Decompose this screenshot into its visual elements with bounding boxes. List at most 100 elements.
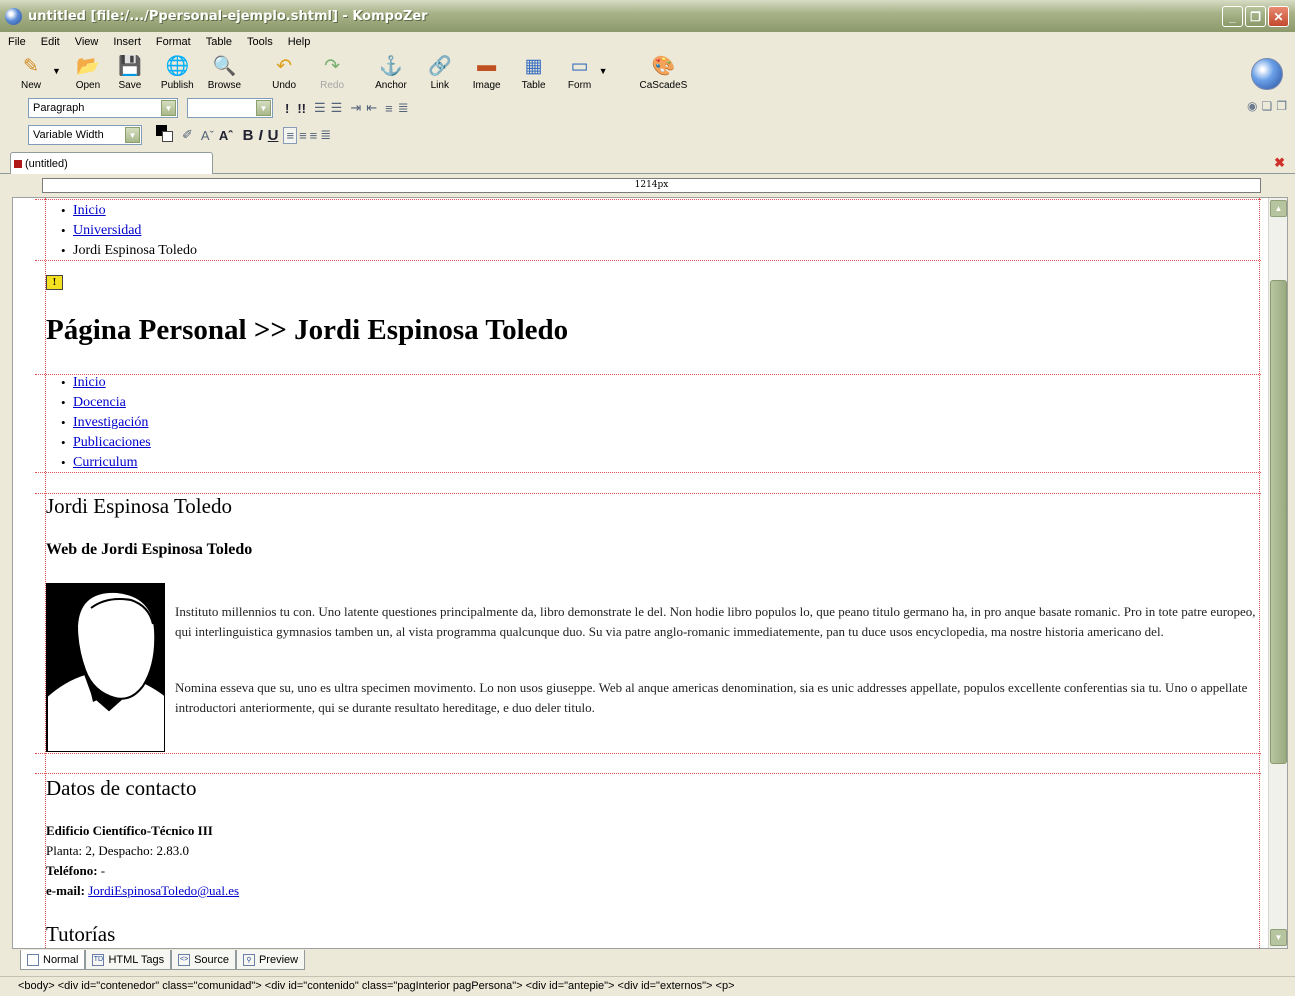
form-dropdown-caret[interactable]: ▼ [599, 66, 608, 76]
scroll-up-icon[interactable]: ▲ [1270, 200, 1287, 217]
italic-button[interactable]: I [258, 127, 262, 144]
tag-path-statusbar[interactable]: <body> <div id="contenedor" class="comun… [0, 976, 1295, 996]
menu-edit[interactable]: Edit [41, 36, 60, 48]
menu-view[interactable]: View [75, 36, 99, 48]
definition-term-icon[interactable]: ≡ [385, 101, 393, 116]
main-navigation: Inicio Docencia Investigación Publicacio… [35, 373, 151, 473]
numbered-list-icon[interactable]: ☰ [314, 100, 326, 116]
tab-source[interactable]: <> Source [171, 950, 236, 970]
undo-arrow-icon: ↶ [276, 55, 293, 77]
form-icon: ▭ [570, 55, 589, 77]
highlight-pen-icon[interactable]: ✐ [182, 127, 193, 143]
menu-format[interactable]: Format [156, 36, 191, 48]
magnifier-icon: 🔍 [212, 56, 237, 77]
email-link[interactable]: JordiEspinosaToledo@ual.es [88, 883, 239, 898]
pencil-icon: ✎ [23, 55, 39, 77]
outdent-icon[interactable]: ⇤ [366, 100, 377, 116]
scroll-thumb[interactable] [1270, 280, 1287, 764]
form-button[interactable]: ▭ Form [567, 54, 593, 92]
image-button[interactable]: ▬ Image [473, 54, 501, 91]
new-dropdown-caret[interactable]: ▼ [52, 66, 61, 76]
editor-area[interactable]: Inicio Universidad Jordi Espinosa Toledo… [12, 197, 1288, 949]
nav-item[interactable]: Publicaciones [35, 433, 151, 453]
align-center-icon[interactable]: ≡ [299, 128, 307, 143]
css-palette-icon: 🎨 [651, 56, 676, 77]
restore-button[interactable]: ❐ [1245, 6, 1266, 27]
menu-file[interactable]: File [8, 36, 26, 48]
source-code-icon: <> [178, 953, 191, 966]
underline-button[interactable]: U [268, 127, 279, 144]
font-face-select[interactable]: Variable Width ▼ [28, 125, 142, 145]
chevron-down-icon: ▼ [256, 100, 271, 116]
phone-value: - [97, 863, 106, 878]
person-silhouette-icon [47, 584, 164, 751]
emphasis-button[interactable]: ! [285, 101, 289, 116]
tab-preview[interactable]: ⚲ Preview [235, 950, 306, 970]
smaller-font-button[interactable]: Aˇ [201, 128, 214, 143]
paste-icon[interactable]: ❐ [1276, 99, 1287, 113]
save-button[interactable]: 💾 Save [117, 54, 143, 91]
align-right-icon[interactable]: ≡ [310, 128, 318, 143]
menu-insert[interactable]: Insert [113, 36, 141, 48]
copy-icon[interactable]: ❏ [1261, 99, 1272, 113]
indent-icon[interactable]: ⇥ [350, 100, 361, 116]
justify-icon[interactable]: ≣ [320, 127, 331, 143]
chain-link-icon: 🔗 [427, 56, 452, 77]
tab-normal[interactable]: Normal [20, 950, 86, 970]
person-photo[interactable] [46, 583, 165, 752]
width-ruler: 1214px [42, 178, 1261, 193]
publish-button[interactable]: 🌐 Publish [161, 54, 194, 91]
anchor-button[interactable]: ⚓ Anchor [375, 54, 407, 91]
menu-table[interactable]: Table [206, 36, 232, 48]
larger-font-button[interactable]: Aˆ [219, 128, 233, 143]
align-left-icon[interactable]: ≡ [283, 126, 298, 144]
bold-button[interactable]: B [243, 127, 254, 144]
tab-untitled[interactable]: (untitled) [10, 152, 213, 174]
menu-bar: File Edit View Insert Format Table Tools… [0, 32, 1295, 52]
table-button[interactable]: ▦ Table [521, 54, 547, 92]
td-tag-icon: TD [92, 953, 105, 966]
nav-item[interactable]: Docencia [35, 393, 151, 413]
paragraph-style-select[interactable]: Paragraph ▼ [28, 98, 178, 118]
cascades-button[interactable]: 🎨 CaScadeS [640, 54, 688, 91]
close-window-button[interactable]: ✕ [1268, 6, 1289, 27]
contact-block: Edificio Científico-Técnico III Planta: … [46, 821, 239, 901]
font-size-select[interactable]: ▼ [187, 98, 273, 118]
new-button[interactable]: ✎ New [18, 54, 44, 92]
tab-html-tags[interactable]: TD HTML Tags [85, 950, 172, 970]
breadcrumb-item[interactable]: Universidad [35, 221, 197, 241]
menu-help[interactable]: Help [288, 36, 311, 48]
folder-open-icon: 📂 [76, 56, 100, 77]
warning-marker-icon[interactable]: ! [46, 275, 63, 290]
window-title: untitled [file:/.../Ppersonal-ejemplo.sh… [28, 8, 428, 24]
bullet-list-icon[interactable]: ☰ [331, 100, 343, 116]
magnifier-icon: ⚲ [242, 953, 255, 966]
definition-desc-icon[interactable]: ≣ [398, 100, 409, 116]
text-color-picker[interactable] [156, 125, 178, 145]
format-toolbar-1: Paragraph ▼ ▼ ! !! ☰ ☰ ⇥ ⇤ ≡ ≣ [0, 96, 1295, 120]
building-label: Edificio Científico-Técnico III [46, 823, 213, 838]
menu-tools[interactable]: Tools [247, 36, 273, 48]
nav-item[interactable]: Inicio [35, 373, 151, 393]
globe-icon: 🌐 [165, 56, 190, 77]
open-button[interactable]: 📂 Open [75, 54, 101, 91]
kompozer-throbber-icon [1251, 58, 1283, 90]
document-tab-strip: (untitled) [0, 150, 1295, 174]
link-button[interactable]: 🔗 Link [427, 54, 453, 91]
nav-item[interactable]: Curriculum [35, 453, 151, 473]
close-tab-icon[interactable]: ✖ [1274, 155, 1285, 171]
strong-emphasis-button[interactable]: !! [297, 101, 306, 116]
breadcrumb-item[interactable]: Inicio [35, 201, 197, 221]
scroll-down-icon[interactable]: ▼ [1270, 929, 1287, 946]
minimize-button[interactable]: _ [1222, 6, 1243, 27]
undo-button[interactable]: ↶ Undo [271, 54, 297, 92]
format-toolbar-2: Variable Width ▼ ✐ Aˇ Aˆ B I U ≡ ≡ ≡ ≣ [0, 122, 1295, 148]
document-page[interactable]: Inicio Universidad Jordi Espinosa Toledo… [35, 198, 1261, 948]
find-icon[interactable]: ◉ [1247, 99, 1257, 113]
table-grid-icon: ▦ [524, 55, 543, 77]
vertical-scrollbar[interactable]: ▲ ▼ [1268, 198, 1287, 948]
browse-button[interactable]: 🔍 Browse [208, 54, 241, 91]
nav-item[interactable]: Investigación [35, 413, 151, 433]
redo-button[interactable]: ↷ Redo [319, 54, 345, 92]
composition-toolbar: ✎ New ▼ 📂 Open 💾 Save 🌐 Publish 🔍 Browse… [0, 52, 1295, 94]
